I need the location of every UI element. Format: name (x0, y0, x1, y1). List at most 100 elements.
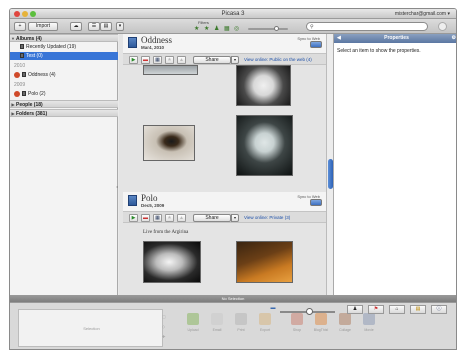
thumbnail-size-icon: ▬ (270, 305, 276, 311)
geotag-filter-icon[interactable]: ◎ (234, 26, 239, 32)
share-dropdown-chevron-icon[interactable]: ▾ (231, 214, 239, 222)
export-label: Export (259, 328, 271, 332)
print-icon (235, 313, 247, 325)
sidebar-item-test[interactable]: Test (0) (10, 52, 118, 60)
album-oddness-row2 (123, 107, 326, 192)
export-icon (259, 313, 271, 325)
sidebar-year-2009: 2009 (14, 82, 26, 88)
photo-thumbnail[interactable] (143, 125, 195, 161)
export-action[interactable]: Export (257, 313, 273, 339)
window-title: Picasa 3 (221, 11, 245, 17)
album-icon[interactable] (128, 37, 137, 48)
people-panel-icon[interactable]: ♟ (347, 305, 363, 314)
hold-selection-icon[interactable]: ▢ (162, 314, 166, 319)
photo-thumbnail[interactable] (236, 65, 291, 106)
list-view-icon[interactable]: ☰ (88, 22, 100, 31)
add-to-album-icon[interactable]: ✚ (162, 334, 165, 339)
movie-action[interactable]: Movie (361, 313, 377, 339)
photo-thumbnail[interactable] (236, 241, 293, 283)
album-date: Dec5, 2009 (141, 203, 165, 208)
web-sync-badge-icon (14, 71, 20, 78)
date-filter-slider[interactable] (248, 28, 288, 30)
title-bar: Picasa 3 misterchar@gmail.com ▾ (10, 9, 456, 19)
properties-title: Properties (384, 35, 409, 41)
sidebar-section-people[interactable]: ▶People (18) (10, 100, 118, 108)
shop-label: Shop (292, 328, 302, 332)
people-filter-icon[interactable]: ♟ (214, 26, 219, 32)
play-slideshow-icon[interactable]: ▶ (129, 56, 138, 64)
sidebar-section-albums[interactable]: ▼Albums (4) (10, 34, 118, 42)
search-box[interactable]: ⚲ (306, 22, 428, 31)
album-lightbox: Oddness Mar4, 2010 Sync to Web ▶ ▬ ▦ ★ ▲… (119, 34, 326, 295)
print-action[interactable]: Print (233, 313, 249, 339)
email-action[interactable]: Email (209, 313, 225, 339)
photo-tray: Selection ▢ ◇ ✚ Upload Email Print Expor… (10, 302, 456, 349)
thumbnail-zoom-knob[interactable] (306, 308, 313, 315)
clear-search-button[interactable] (438, 22, 447, 31)
toolbar: + Import ☁ ☰ ▤ ▾ Filters ★ ★ ♟ ▦ ◎ ⚲ (10, 19, 456, 34)
sidebar-item-oddness[interactable]: Oddness (4) (10, 71, 118, 79)
add-icon[interactable]: + (14, 22, 26, 31)
photo-thumbnail[interactable] (143, 65, 198, 75)
collage-icon[interactable]: ▦ (153, 214, 162, 222)
photo-thumbnail[interactable] (143, 241, 201, 283)
shop-icon (291, 313, 303, 325)
web-albums-icon[interactable]: ☁ (70, 22, 82, 31)
collage-action[interactable]: Collage (337, 313, 353, 339)
info-panel-icon[interactable]: ⓘ (431, 305, 447, 314)
import-button[interactable]: Import (28, 22, 58, 31)
view-online-link[interactable]: View online: Private (3) (244, 215, 290, 220)
album-date: Mar4, 2010 (141, 45, 165, 50)
album-toolbar: ▶ ▬ ▦ ★ ▲ Share ▾ View online: Private (… (123, 211, 326, 223)
blogger-icon (315, 313, 327, 325)
captions-panel-icon[interactable]: ▤ (410, 305, 426, 314)
lightbox-scrollbar[interactable] (326, 34, 333, 295)
date-filter-knob[interactable] (274, 26, 279, 31)
share-button[interactable]: Share (193, 56, 231, 64)
library-sidebar: ▼Albums (4) Recently Updated (19) Test (… (10, 34, 118, 295)
places-panel-icon[interactable]: ⚑ (368, 305, 384, 314)
clear-selection-icon[interactable]: ◇ (162, 324, 165, 329)
collage-icon[interactable]: ▦ (153, 56, 162, 64)
video-filter-icon[interactable]: ▦ (224, 26, 230, 32)
album-title[interactable]: Polo (141, 193, 158, 203)
selection-tray[interactable]: Selection ▢ ◇ ✚ (18, 309, 166, 347)
sidebar-splitter-handle[interactable]: ◂ (116, 184, 118, 192)
album-title[interactable]: Oddness (141, 35, 172, 45)
filters-label: Filters (198, 20, 209, 25)
tree-view-icon[interactable]: ▤ (100, 22, 112, 31)
upload-icon[interactable]: ▲ (177, 214, 186, 222)
shop-action[interactable]: Shop (289, 313, 305, 339)
user-account-menu[interactable]: misterchar@gmail.com ▾ (395, 11, 450, 17)
share-dropdown-chevron-icon[interactable]: ▾ (231, 56, 239, 64)
web-sync-badge-icon (14, 90, 20, 97)
album-icon[interactable] (128, 195, 137, 206)
photo-thumbnail[interactable] (236, 115, 293, 176)
properties-panel: ◀ Properties ⚙ Select an item to show th… (333, 34, 456, 295)
star-icon[interactable]: ★ (165, 214, 174, 222)
movie-icon (363, 313, 375, 325)
view-online-link[interactable]: View online: Public on the web (4) (244, 57, 312, 62)
play-slideshow-icon[interactable]: ▶ (129, 214, 138, 222)
album-polo: Polo Dec5, 2009 Sync to Web ▶ ▬ ▦ ★ ▲ Sh… (123, 192, 326, 295)
star-icon[interactable]: ★ (165, 56, 174, 64)
collage-label: Collage (339, 328, 351, 332)
view-menu-chevron-icon[interactable]: ▾ (116, 22, 124, 31)
tags-panel-icon[interactable]: ⌂ (389, 305, 405, 314)
share-button[interactable]: Share (193, 214, 231, 222)
flag-icon[interactable]: ▬ (141, 56, 150, 64)
sidebar-section-folders[interactable]: ▶Folders (381) (10, 109, 118, 117)
upload-action[interactable]: Upload (185, 313, 201, 339)
upload-icon[interactable]: ▲ (177, 56, 186, 64)
upload-label: Upload (187, 328, 199, 332)
search-input[interactable] (317, 24, 422, 30)
gear-icon[interactable]: ⚙ (452, 34, 456, 43)
sync-to-web-toggle[interactable] (310, 199, 322, 206)
uploaded-filter-icon[interactable]: ★ (204, 26, 209, 32)
sync-to-web-toggle[interactable] (310, 41, 322, 48)
starred-filter-icon[interactable]: ★ (194, 26, 199, 32)
sidebar-item-polo[interactable]: Polo (2) (10, 90, 118, 98)
sidebar-item-recently-updated[interactable]: Recently Updated (19) (10, 43, 118, 51)
blogthis-action[interactable]: BlogThis! (313, 313, 329, 339)
flag-icon[interactable]: ▬ (141, 214, 150, 222)
